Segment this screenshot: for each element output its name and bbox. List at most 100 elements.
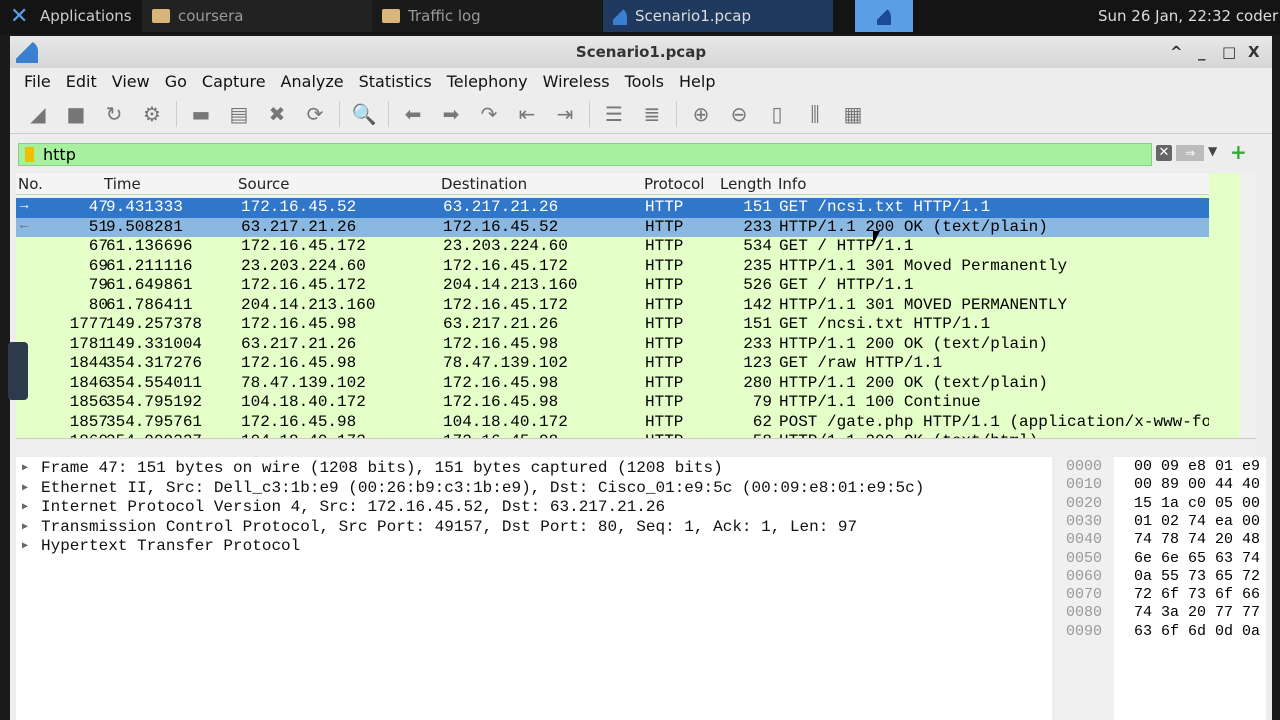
capture-options-icon[interactable]: ⚙ — [138, 100, 166, 128]
cell-proto: HTTP — [645, 373, 684, 392]
cell-len: 142 — [743, 295, 772, 314]
hex-bytes[interactable]: 72 6f 73 6f 66 — [1134, 586, 1260, 603]
hex-bytes[interactable]: 00 89 00 44 40 — [1134, 476, 1260, 493]
column-header-no[interactable]: No. — [18, 175, 43, 193]
menu-capture[interactable]: Capture — [202, 72, 266, 91]
packet-row[interactable]: 79 61.649861 172.16.45.172 204.14.213.160 HT… — [16, 276, 1209, 296]
column-header-source[interactable]: Source — [238, 175, 290, 193]
packet-row[interactable]: 67 61.136696 172.16.45.172 23.203.224.60 HTT… — [16, 237, 1209, 257]
colorize-icon[interactable]: ≣ — [638, 100, 666, 128]
start-capture-icon[interactable]: ◢ — [24, 100, 52, 128]
hex-offset: 0060 — [1066, 567, 1103, 585]
reload-file-icon[interactable]: ⟳ — [301, 100, 329, 128]
column-header-length[interactable]: Length — [720, 175, 772, 193]
display-filter-input[interactable]: http — [18, 143, 1152, 166]
cell-len: 280 — [743, 373, 772, 392]
filter-history-dropdown-icon[interactable]: ▼ — [1208, 144, 1217, 158]
add-filter-button-icon[interactable]: + — [1230, 140, 1247, 164]
layout-icon[interactable]: ▦ — [839, 100, 867, 128]
clear-filter-icon[interactable]: ✕ — [1156, 145, 1172, 161]
expand-arrow-icon[interactable]: ▶ — [22, 462, 28, 474]
close-file-icon[interactable]: ✖ — [263, 100, 291, 128]
hex-bytes[interactable]: 74 78 74 20 48 — [1134, 531, 1260, 548]
menu-tools[interactable]: Tools — [625, 72, 664, 91]
packet-row[interactable]: 1856 354.795192 104.18.40.172 172.16.45.98 H… — [16, 393, 1209, 413]
packet-row[interactable]: 1846 354.554011 78.47.139.102 172.16.45.98 H… — [16, 374, 1209, 394]
expand-arrow-icon[interactable]: ▶ — [22, 521, 28, 533]
wireshark-launcher[interactable] — [855, 0, 913, 32]
menu-edit[interactable]: Edit — [66, 72, 97, 91]
packet-row[interactable]: → 47 9.431333 172.16.45.52 63.217.21.26 HTTP 1… — [16, 198, 1209, 218]
menu-view[interactable]: View — [112, 72, 150, 91]
menu-help[interactable]: Help — [679, 72, 715, 91]
cell-proto: HTTP — [645, 217, 684, 236]
hex-bytes[interactable]: 01 02 74 ea 00 — [1134, 513, 1260, 530]
cell-info: GET / HTTP/1.1 — [779, 237, 914, 255]
close-button[interactable]: X — [1248, 36, 1260, 68]
menu-analyze[interactable]: Analyze — [281, 72, 344, 91]
maximize-button[interactable]: □ — [1222, 36, 1236, 68]
menu-go[interactable]: Go — [165, 72, 187, 91]
column-header-protocol[interactable]: Protocol — [644, 175, 704, 193]
column-header-time[interactable]: Time — [104, 175, 141, 193]
go-back-icon[interactable]: ⬅ — [399, 100, 427, 128]
zoom-out-icon[interactable]: ⊖ — [725, 100, 753, 128]
hex-bytes[interactable]: 15 1a c0 05 00 — [1134, 495, 1260, 512]
horizontal-scrollbar[interactable] — [16, 438, 1256, 454]
menu-bar: File Edit View Go Capture Analyze Statistics Te… — [10, 68, 1272, 94]
packet-list-minimap[interactable] — [1209, 173, 1256, 438]
normal-size-icon[interactable]: ▯ — [763, 100, 791, 128]
hex-bytes[interactable]: 63 6f 6d 0d 0a — [1134, 623, 1260, 640]
save-file-icon[interactable]: ▤ — [225, 100, 253, 128]
side-panel-handle[interactable] — [8, 342, 28, 400]
column-header-info[interactable]: Info — [778, 175, 806, 193]
cell-src: 204.14.213.160 — [241, 295, 376, 314]
hex-bytes[interactable]: 74 3a 20 77 77 — [1134, 604, 1260, 621]
minimize-button[interactable]: _ — [1198, 36, 1206, 68]
first-packet-icon[interactable]: ⇤ — [513, 100, 541, 128]
menu-telephony[interactable]: Telephony — [447, 72, 528, 91]
find-packet-icon[interactable]: 🔍 — [350, 100, 378, 128]
hex-bytes[interactable]: 0a 55 73 65 72 — [1134, 568, 1260, 585]
packet-row[interactable]: 1777 149.257378 172.16.45.98 63.217.21.26 HT… — [16, 315, 1209, 335]
cell-time: 61.786411 — [106, 295, 193, 314]
restart-capture-icon[interactable]: ↻ — [100, 100, 128, 128]
task-coursera[interactable]: coursera — [142, 0, 372, 32]
expand-arrow-icon[interactable]: ▶ — [22, 501, 28, 513]
task-traffic-log[interactable]: Traffic log — [372, 0, 602, 32]
hex-bytes[interactable]: 00 09 e8 01 e9 — [1134, 458, 1260, 475]
menu-file[interactable]: File — [24, 72, 51, 91]
last-packet-icon[interactable]: ⇥ — [551, 100, 579, 128]
toolbar-separator — [176, 100, 177, 127]
packet-row[interactable]: ← 51 9.508281 63.217.21.26 172.16.45.52 HTTP 2… — [16, 217, 1209, 237]
task-scenario1[interactable]: Scenario1.pcap — [603, 0, 833, 32]
menu-wireless[interactable]: Wireless — [543, 72, 610, 91]
vertical-scrollbar[interactable] — [1240, 173, 1256, 438]
stop-capture-icon[interactable]: ■ — [62, 100, 90, 128]
cell-info: HTTP/1.1 200 OK (text/plain) — [779, 217, 1048, 236]
go-to-packet-icon[interactable]: ↷ — [475, 100, 503, 128]
expand-arrow-icon[interactable]: ▶ — [22, 482, 28, 494]
applications-menu[interactable]: Applications — [40, 7, 132, 25]
toolbar-separator — [339, 100, 340, 127]
resize-columns-icon[interactable]: ⫼ — [801, 100, 829, 128]
packet-row[interactable]: 69 61.211116 23.203.224.60 172.16.45.172 HTT… — [16, 257, 1209, 277]
menu-statistics[interactable]: Statistics — [359, 72, 432, 91]
expand-arrow-icon[interactable]: ▶ — [22, 540, 28, 552]
hex-bytes[interactable]: 6e 6e 65 63 74 — [1134, 550, 1260, 567]
packet-row[interactable]: 1781 149.331004 63.217.21.26 172.16.45.98 HT… — [16, 335, 1209, 355]
column-header-destination[interactable]: Destination — [441, 175, 527, 193]
go-forward-icon[interactable]: ➡ — [437, 100, 465, 128]
packet-row[interactable]: 80 61.786411 204.14.213.160 172.16.45.172 HT… — [16, 296, 1209, 316]
autoscroll-icon[interactable]: ☰ — [600, 100, 628, 128]
shade-button[interactable]: ^ — [1170, 36, 1183, 68]
open-file-icon[interactable]: ▬ — [187, 100, 215, 128]
filter-bookmark-icon[interactable] — [25, 147, 34, 162]
packet-row[interactable]: 1844 354.317276 172.16.45.98 78.47.139.102 H… — [16, 354, 1209, 374]
packet-row[interactable]: 1857 354.795761 172.16.45.98 104.18.40.172 H… — [16, 413, 1209, 433]
detail-text: Transmission Control Protocol, Src Port:… — [41, 517, 858, 536]
related-packet-arrow-icon: → — [20, 198, 29, 214]
zoom-in-icon[interactable]: ⊕ — [687, 100, 715, 128]
apply-filter-icon[interactable]: ⇒ — [1176, 145, 1204, 161]
cell-src: 172.16.45.52 — [241, 198, 357, 216]
